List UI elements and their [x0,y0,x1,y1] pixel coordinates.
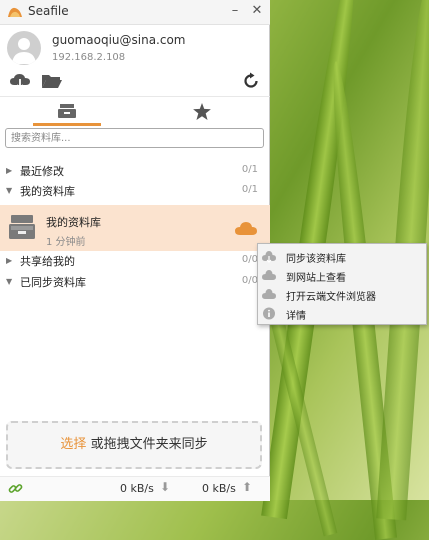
seafile-window: Seafile – ✕ guomaoqiu@sina.com 192.168.2… [0,0,270,501]
choose-folder-link[interactable]: 选择 [60,437,86,452]
tab-starred[interactable] [135,97,270,127]
upload-arrow-icon: ⬆ [242,480,253,494]
menu-item-label: 详情 [286,311,306,322]
drop-zone-text: 或拖拽文件夹来同步 [86,437,208,452]
expanded-arrow-icon[interactable]: ▼ [6,277,12,286]
expanded-arrow-icon[interactable]: ▼ [6,186,12,195]
info-icon [263,307,275,320]
download-arrow-icon: ⬇ [160,480,171,494]
category-count: 0/0 [241,275,258,286]
cloud-icon [262,270,276,280]
upload-rate: 0 kB/s [202,482,236,495]
menu-item-sync-library[interactable]: 同步该资料库 [258,247,426,266]
category-label: 我的资料库 [20,185,75,198]
close-button[interactable]: ✕ [249,2,265,20]
collapsed-arrow-icon[interactable]: ▶ [6,256,12,265]
category-count: 0/1 [241,184,258,195]
active-tab-indicator [33,123,101,126]
seafile-logo-icon [8,7,22,17]
collapsed-arrow-icon[interactable]: ▶ [6,166,12,175]
cloud-status-icon[interactable] [235,221,257,235]
refresh-icon[interactable] [240,72,262,90]
cloud-upload-icon[interactable] [9,72,31,90]
folder-open-icon[interactable] [41,72,63,90]
repo-drawer-icon [9,215,35,239]
minimize-button[interactable]: – [227,2,243,20]
category-count: 0/1 [241,164,258,175]
connection-link-icon[interactable] [8,481,23,496]
account-email: guomaoqiu@sina.com [52,33,186,47]
download-rate: 0 kB/s [120,482,154,495]
user-silhouette-icon [12,38,36,64]
drop-zone[interactable]: 选择 或拖拽文件夹来同步 [6,421,262,469]
context-menu: 同步该资料库 到网站上查看 打开云端文件浏览器 详情 [257,243,427,325]
category-shared-with-me[interactable]: ▶ 共享给我的 0/0 [0,252,270,270]
account-server: 192.168.2.108 [52,52,126,63]
repo-row-selected[interactable]: 我的资料库 1 分钟前 [0,205,270,251]
menu-item-label: 打开云端文件浏览器 [286,292,376,303]
status-bar: 0 kB/s ⬇ 0 kB/s ⬆ [0,476,270,501]
menu-item-label: 同步该资料库 [286,254,346,265]
avatar[interactable] [7,31,41,65]
menu-item-open-cloud-browser[interactable]: 打开云端文件浏览器 [258,285,426,304]
title-bar[interactable]: Seafile – ✕ [0,0,270,25]
category-label: 最近修改 [20,165,64,178]
repos-drawer-icon [58,104,76,118]
repo-name: 我的资料库 [46,216,101,229]
category-label: 已同步资料库 [20,276,86,289]
category-label: 共享给我的 [20,255,75,268]
star-icon [193,103,211,120]
cloud-sync-icon [262,251,276,263]
tab-bar [0,96,270,127]
app-title: Seafile [28,4,69,18]
category-my-libraries[interactable]: ▼ 我的资料库 0/1 [0,182,270,200]
menu-item-label: 到网站上查看 [286,273,346,284]
category-recent[interactable]: ▶ 最近修改 0/1 [0,162,270,180]
cloud-icon [262,289,276,299]
search-input[interactable] [5,128,264,148]
tab-repositories[interactable] [0,97,135,127]
menu-item-view-on-web[interactable]: 到网站上查看 [258,266,426,285]
menu-item-details[interactable]: 详情 [258,304,426,323]
category-count: 0/0 [241,254,258,265]
category-synced-libraries[interactable]: ▼ 已同步资料库 0/0 [0,273,270,291]
repo-updated-time: 1 分钟前 [46,237,86,248]
